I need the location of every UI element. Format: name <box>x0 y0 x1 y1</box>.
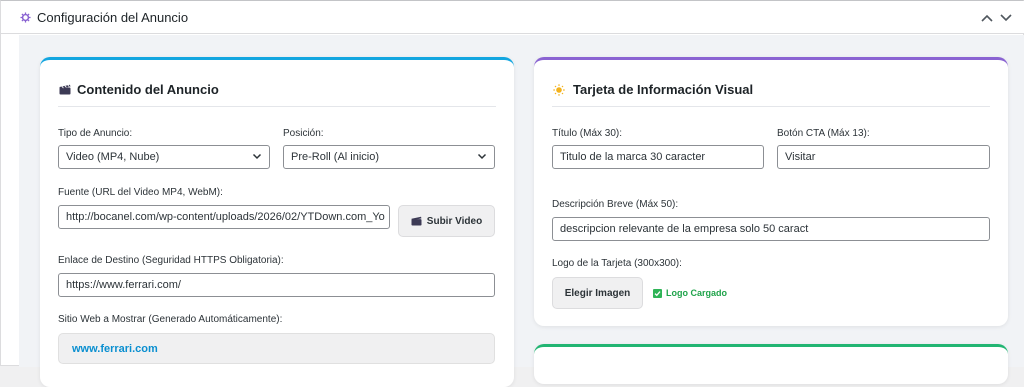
sun-icon <box>553 84 565 96</box>
position-value: Pre-Roll (Al inicio) <box>291 151 380 163</box>
site-value: www.ferrari.com <box>72 342 158 355</box>
ad-settings-metabox: Configuración del Anuncio Contenido del … <box>0 0 1024 387</box>
cta-input[interactable]: Visitar <box>777 145 990 169</box>
description-value: descripcion relevante de la empresa solo… <box>560 223 809 235</box>
check-icon <box>653 288 662 298</box>
ad-content-card-title: Contenido del Anuncio <box>77 82 219 97</box>
divider <box>552 106 990 107</box>
description-label: Descripción Breve (Máx 50): <box>552 199 679 210</box>
clapperboard-icon <box>59 84 71 95</box>
chevron-down-icon[interactable] <box>999 11 1013 25</box>
ad-content-card: Contenido del Anuncio Tipo de Anuncio: V… <box>40 57 514 387</box>
destination-url-input[interactable]: https://www.ferrari.com/ <box>58 273 495 297</box>
chevron-down-icon <box>252 153 262 160</box>
visual-info-card-title: Tarjeta de Información Visual <box>573 82 754 97</box>
position-select[interactable]: Pre-Roll (Al inicio) <box>283 145 495 169</box>
ad-type-label: Tipo de Anuncio: <box>58 128 133 139</box>
ad-type-value: Video (MP4, Nube) <box>66 151 160 163</box>
gear-icon <box>20 12 31 23</box>
cta-value: Visitar <box>785 151 816 163</box>
upload-video-label: Subir Video <box>426 215 483 227</box>
upload-video-button[interactable]: Subir Video <box>398 205 495 237</box>
logo-status-text: Logo Cargado <box>666 288 727 298</box>
card-title-label: Título (Máx 30): <box>552 128 623 139</box>
logo-label: Logo de la Tarjeta (300x300): <box>552 258 682 269</box>
source-label: Fuente (URL del Video MP4, WebM): <box>58 187 223 198</box>
clapperboard-icon <box>411 216 422 226</box>
chevron-down-icon <box>477 153 487 160</box>
video-source-input[interactable]: http://bocanel.com/wp-content/uploads/20… <box>58 205 390 229</box>
divider <box>58 106 496 107</box>
card-title-input[interactable]: Titulo de la marca 30 caracter <box>552 145 764 169</box>
destination-label: Enlace de Destino (Seguridad HTTPS Oblig… <box>58 255 284 266</box>
choose-image-button[interactable]: Elegir Imagen <box>552 277 643 309</box>
additional-card <box>534 344 1008 384</box>
site-display: www.ferrari.com <box>58 333 495 364</box>
visual-info-card: Tarjeta de Información Visual Título (Má… <box>534 57 1008 326</box>
metabox-title: Configuración del Anuncio <box>37 10 189 25</box>
site-label: Sitio Web a Mostrar (Generado Automática… <box>58 314 283 325</box>
position-label: Posición: <box>283 128 324 139</box>
video-source-value: http://bocanel.com/wp-content/uploads/20… <box>66 211 385 223</box>
cta-label: Botón CTA (Máx 13): <box>777 128 870 139</box>
destination-url-value: https://www.ferrari.com/ <box>66 279 181 291</box>
logo-status: Logo Cargado <box>653 288 727 298</box>
choose-image-label: Elegir Imagen <box>564 287 631 299</box>
card-title-value: Titulo de la marca 30 caracter <box>560 151 706 163</box>
chevron-up-icon[interactable] <box>980 11 994 25</box>
description-input[interactable]: descripcion relevante de la empresa solo… <box>552 217 990 241</box>
ad-type-select[interactable]: Video (MP4, Nube) <box>58 145 270 169</box>
metabox-header[interactable]: Configuración del Anuncio <box>1 1 1024 34</box>
